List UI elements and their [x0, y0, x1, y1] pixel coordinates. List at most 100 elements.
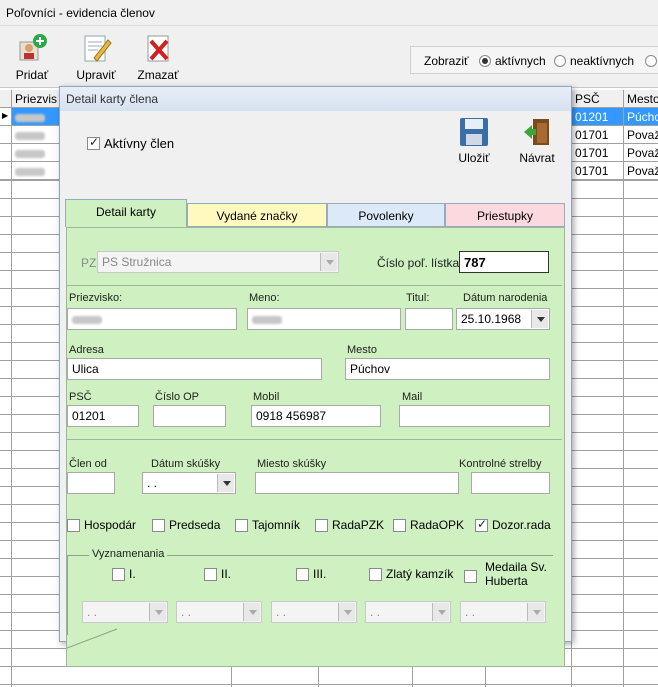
award-checkbox-2[interactable] [204, 568, 217, 581]
active-member-checkbox[interactable] [87, 135, 100, 150]
grid-cell-psc[interactable]: 01701 [572, 126, 624, 144]
chevron-down-icon [217, 474, 234, 492]
award-checkbox-golden-chamois[interactable] [369, 568, 382, 581]
address-label: Adresa [69, 344, 104, 356]
member-from-field[interactable] [67, 472, 115, 494]
award-label: Medaila Sv. Huberta [485, 560, 547, 588]
window-title: Poľovníci - evidencia členov [0, 0, 658, 26]
birth-date-value: 25.10.1968 [461, 312, 522, 326]
save-label: Uložiť [458, 151, 490, 165]
radio-active[interactable] [479, 55, 491, 67]
add-button[interactable]: Pridať [4, 32, 60, 82]
grid-cell-psc[interactable]: 01701 [572, 162, 624, 180]
table-row[interactable] [12, 108, 62, 126]
edit-button[interactable]: Upraviť [68, 32, 124, 82]
radio-active-label: aktívnych [495, 54, 546, 68]
award-date-value: . . [181, 605, 192, 619]
role-label: Dozor.rada [492, 518, 551, 532]
main-toolbar: Pridať Upraviť Zmazať Zobraziť aktívnych… [0, 26, 658, 88]
grid-cell-psc[interactable]: 01701 [572, 144, 624, 162]
save-icon [459, 117, 489, 147]
grid-header-surname[interactable]: Priezvis [12, 90, 62, 108]
table-row[interactable] [12, 144, 62, 162]
mail-field[interactable] [399, 405, 550, 427]
role-checkbox-predseda[interactable] [152, 519, 165, 532]
award-date-3[interactable]: . . [271, 601, 357, 623]
award-checkbox-3[interactable] [296, 568, 309, 581]
award-date-4[interactable]: . . [365, 601, 451, 623]
role-checkbox-tajomnik[interactable] [235, 519, 248, 532]
award-label: II. [221, 567, 232, 581]
address-field[interactable]: Ulica [67, 358, 322, 380]
edit-label: Upraviť [76, 68, 116, 82]
award-label: Zlatý kamzík [386, 567, 454, 581]
psc-label: PSČ [69, 391, 92, 403]
birth-date-picker[interactable]: 25.10.1968 [456, 308, 550, 330]
save-button[interactable]: Uložiť [452, 117, 496, 165]
exit-door-icon [522, 117, 552, 147]
tab-permits[interactable]: Povolenky [327, 203, 445, 227]
awards-group-label: Vyznamenania [89, 548, 168, 560]
chevron-down-icon [432, 603, 449, 621]
divider [67, 439, 562, 440]
mail-label: Mail [402, 391, 423, 403]
table-row[interactable] [12, 126, 62, 144]
exam-date-value: . . [147, 476, 158, 490]
role-checkbox-radapzk[interactable] [315, 519, 328, 532]
grid-header-city[interactable]: Mesto [624, 90, 658, 108]
exam-place-field[interactable] [255, 472, 459, 494]
title-field[interactable] [405, 308, 453, 330]
chevron-down-icon [320, 253, 337, 271]
award-date-value: . . [87, 605, 98, 619]
grid-header-psc[interactable]: PSČ [572, 90, 624, 108]
award-date-5[interactable]: . . [460, 601, 546, 623]
row-selector [0, 162, 12, 180]
exam-date-picker[interactable]: . . [142, 472, 236, 494]
id-card-field[interactable] [153, 405, 226, 427]
grid-cell-city[interactable]: Púchov [624, 108, 658, 126]
ticket-number-field[interactable]: 787 [459, 251, 549, 273]
award-checkbox-st-hubert[interactable] [464, 570, 477, 583]
control-shooting-label: Kontrolné strelby [459, 458, 542, 470]
award-date-2[interactable]: . . [176, 601, 262, 623]
city-field[interactable]: Púchov [345, 358, 550, 380]
name-field[interactable] [247, 308, 401, 330]
surname-field[interactable] [67, 308, 237, 330]
pz-select[interactable]: PS Stružnica [97, 251, 339, 273]
tab-detail[interactable]: Detail karty [65, 199, 187, 227]
award-date-value: . . [465, 605, 476, 619]
role-checkbox-radaopk[interactable] [393, 519, 406, 532]
name-label: Meno: [249, 292, 280, 304]
back-button[interactable]: Návrat [515, 117, 559, 165]
award-checkbox-1[interactable] [112, 568, 125, 581]
award-date-value: . . [370, 605, 381, 619]
award-date-1[interactable]: . . [82, 601, 168, 623]
table-row[interactable] [12, 162, 62, 180]
member-from-label: Člen od [69, 458, 107, 470]
role-label: Predseda [169, 518, 221, 532]
surname-label: Priezvisko: [69, 292, 123, 304]
grid-cell-psc[interactable]: 01201 [572, 108, 624, 126]
role-checkbox-dozorrada[interactable] [475, 517, 488, 532]
radio-all[interactable] [645, 55, 657, 67]
grid-cell-city[interactable]: Považ [624, 126, 658, 144]
mobile-field[interactable]: 0918 456987 [251, 405, 381, 427]
grid-cell-city[interactable]: Považ [624, 144, 658, 162]
grid-cell-city[interactable]: Považ [624, 162, 658, 180]
psc-field[interactable]: 01201 [67, 405, 139, 427]
delete-button[interactable]: Zmazať [130, 32, 186, 82]
tab-offenses[interactable]: Priestupky [445, 203, 565, 227]
title-label: Titul: [406, 292, 430, 304]
control-shooting-field[interactable] [471, 472, 550, 494]
tab-issued-marks[interactable]: Vydané značky [187, 203, 327, 227]
chevron-down-icon [527, 603, 544, 621]
mobile-label: Mobil [253, 391, 280, 403]
grid-corner [0, 90, 12, 108]
exam-place-label: Miesto skúšky [257, 458, 327, 470]
member-detail-dialog: Detail karty člena Aktívny člen Uložiť N… [59, 86, 572, 667]
dialog-body: Aktívny člen Uložiť Návrat Detail karty … [60, 111, 571, 667]
role-checkbox-hospodar[interactable] [67, 519, 80, 532]
role-label: Tajomník [252, 518, 301, 532]
delete-icon [142, 32, 174, 64]
radio-inactive[interactable] [554, 55, 566, 67]
